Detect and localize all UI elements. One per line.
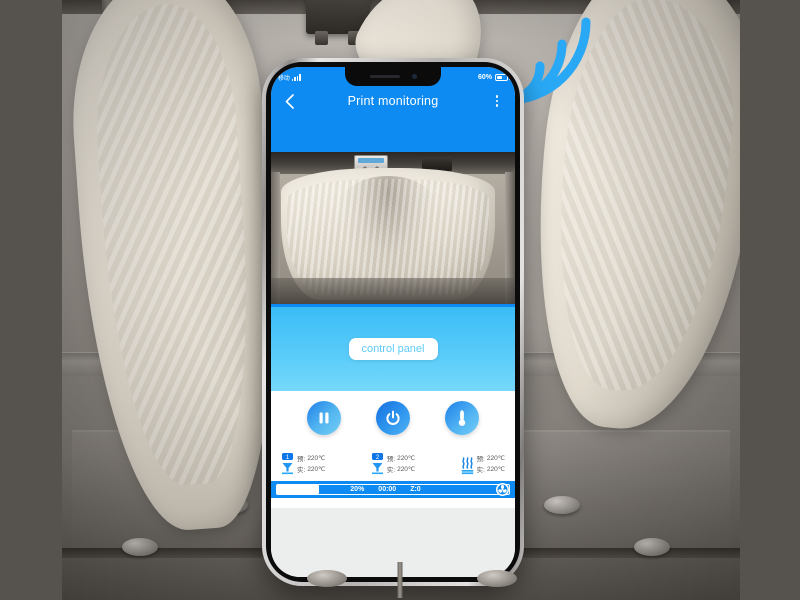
temperature-button[interactable] xyxy=(445,401,480,435)
status-bar-right: 60% xyxy=(477,73,510,81)
back-chevron-icon[interactable] xyxy=(280,91,298,111)
thermometer-icon xyxy=(459,409,466,426)
letterbox-bar-right xyxy=(740,0,800,600)
progress-percent-label: 20% xyxy=(350,486,365,493)
temperature-readouts: 1 预: 220℃ 实: 220℃ 2 预: 220℃ 实: 220℃ 预: 2… xyxy=(271,445,515,481)
bed-knob-right xyxy=(634,538,670,556)
battery-percent-label: 60% xyxy=(477,73,492,81)
power-button[interactable] xyxy=(375,401,410,435)
target-temp-label: 预: xyxy=(476,455,485,463)
temperature-block[interactable]: 2 预: 220℃ 实: 220℃ xyxy=(371,451,415,475)
target-temp-value: 220℃ xyxy=(397,454,416,462)
actual-temp-value: 220℃ xyxy=(307,465,326,473)
z-height-label: Z:0 xyxy=(410,486,421,493)
status-bar-left: 移动 xyxy=(278,73,301,82)
actual-temp-label: 实: xyxy=(476,466,485,474)
actual-temp-label: 实: xyxy=(386,466,396,474)
letterbox-bar-left xyxy=(0,0,62,600)
control-panel-button[interactable]: control panel xyxy=(348,338,438,360)
fan-button[interactable] xyxy=(496,483,509,496)
heated-bed-icon xyxy=(461,451,474,475)
target-temp-label: 预: xyxy=(386,455,396,463)
signal-bars-icon xyxy=(291,73,301,81)
nozzle-1-icon: 1 xyxy=(281,451,294,475)
actual-temp-value: 220℃ xyxy=(486,465,505,473)
temperature-values: 预: 220℃ 实: 220℃ xyxy=(297,453,325,474)
target-temp-value: 220℃ xyxy=(307,454,326,462)
more-vertical-icon[interactable] xyxy=(488,91,506,111)
target-temp-line: 预: 220℃ xyxy=(297,453,325,463)
actual-temp-line: 实: 220℃ xyxy=(477,464,505,474)
front-camera-icon xyxy=(411,74,417,79)
page-title: Print monitoring xyxy=(347,94,439,108)
power-icon xyxy=(386,410,400,425)
earpiece-speaker-icon xyxy=(369,75,400,78)
elapsed-time-label: 00:00 xyxy=(378,486,397,493)
temperature-values: 预: 220℃ 实: 220℃ xyxy=(387,453,415,474)
printer-floor xyxy=(271,278,515,304)
temperature-block[interactable]: 1 预: 220℃ 实: 220℃ xyxy=(281,451,325,475)
fan-icon xyxy=(497,484,508,495)
target-temp-line: 预: 220℃ xyxy=(387,453,415,463)
target-temp-label: 预: xyxy=(297,455,306,463)
phone-screen: 移动 60% Print monitoring control panel 1 … xyxy=(271,67,515,577)
printer-center-stand xyxy=(397,562,403,598)
screen-bottom-area xyxy=(271,508,515,577)
phone-notch xyxy=(345,67,441,86)
temperature-values: 预: 220℃ 实: 220℃ xyxy=(477,453,505,474)
actual-temp-line: 实: 220℃ xyxy=(387,464,415,474)
progress-stats: 20% 00:00 Z:0 xyxy=(275,486,496,493)
printer-foot-left xyxy=(307,570,347,587)
carrier-label: 移动 xyxy=(278,75,290,82)
printer-foot-right xyxy=(477,570,517,587)
screen-bottom-white xyxy=(271,498,515,508)
control-buttons-row xyxy=(271,391,515,445)
nozzle-2-icon: 2 xyxy=(371,451,384,475)
actual-temp-line: 实: 220℃ xyxy=(297,464,325,474)
live-camera-feed[interactable] xyxy=(271,149,515,307)
bed-knob-mid-right xyxy=(544,496,580,514)
app-title-bar: Print monitoring xyxy=(271,87,515,149)
target-temp-line: 预: 220℃ xyxy=(477,453,505,463)
target-temp-value: 220℃ xyxy=(486,454,505,462)
control-panel-section: control panel xyxy=(271,307,515,391)
smartphone: 移动 60% Print monitoring control panel 1 … xyxy=(262,58,524,586)
temperature-block[interactable]: 预: 220℃ 实: 220℃ xyxy=(461,451,505,475)
bed-knob-left xyxy=(122,538,158,556)
actual-temp-value: 220℃ xyxy=(397,465,416,473)
battery-icon xyxy=(495,73,510,81)
actual-temp-label: 实: xyxy=(297,466,306,474)
pause-icon xyxy=(319,412,329,424)
pause-button[interactable] xyxy=(306,401,341,435)
progress-bar-row[interactable]: 20% 00:00 Z:0 xyxy=(271,481,515,498)
